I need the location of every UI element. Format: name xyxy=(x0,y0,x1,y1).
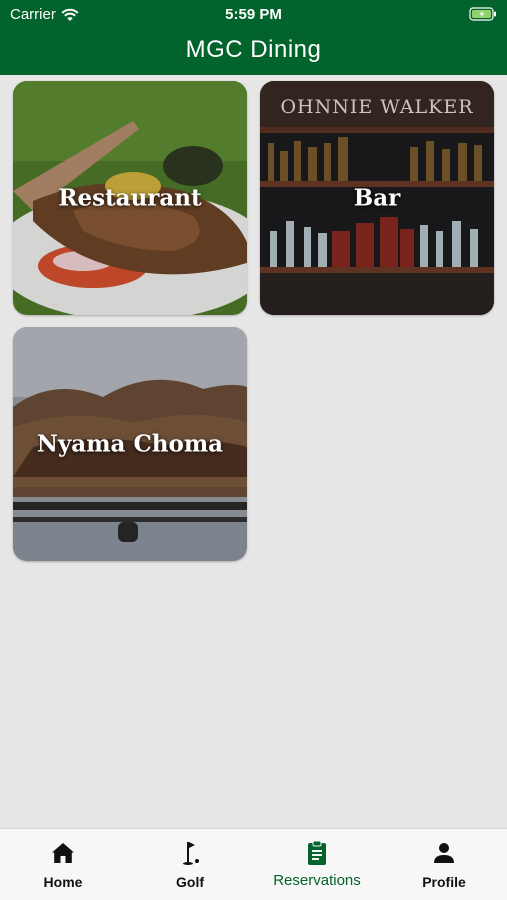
golf-flag-icon xyxy=(183,842,199,865)
tab-home[interactable]: Home xyxy=(0,829,126,900)
status-time: 5:59 PM xyxy=(225,6,282,23)
clipboard-icon xyxy=(308,840,326,865)
tab-golf[interactable]: Golf xyxy=(127,829,253,900)
nyama-choma-label: Nyama Choma xyxy=(36,430,224,458)
restaurant-tile[interactable]: Restaurant xyxy=(13,81,247,315)
bar-tile[interactable]: OHNNIE WALKER Bar xyxy=(260,81,494,315)
tab-reservations-label: Reservations xyxy=(273,872,361,889)
page-title: MGC Dining xyxy=(185,36,322,63)
bar-label: Bar xyxy=(353,184,401,212)
nyama-choma-tile[interactable]: Nyama Choma xyxy=(13,327,247,561)
tab-profile[interactable]: Profile xyxy=(381,829,507,900)
app-header: Carrier 5:59 PM MGC Dining xyxy=(0,0,507,75)
status-bar: Carrier 5:59 PM xyxy=(0,0,507,28)
battery-icon xyxy=(469,7,496,21)
tab-reservations[interactable]: Reservations xyxy=(254,829,380,900)
tab-golf-label: Golf xyxy=(176,874,204,890)
tab-home-label: Home xyxy=(43,874,83,890)
restaurant-label: Restaurant xyxy=(58,184,202,212)
tab-bar: Home Golf Reservations Profile xyxy=(0,828,507,900)
person-icon xyxy=(434,843,454,863)
tab-profile-label: Profile xyxy=(422,874,466,890)
home-icon xyxy=(52,843,74,863)
